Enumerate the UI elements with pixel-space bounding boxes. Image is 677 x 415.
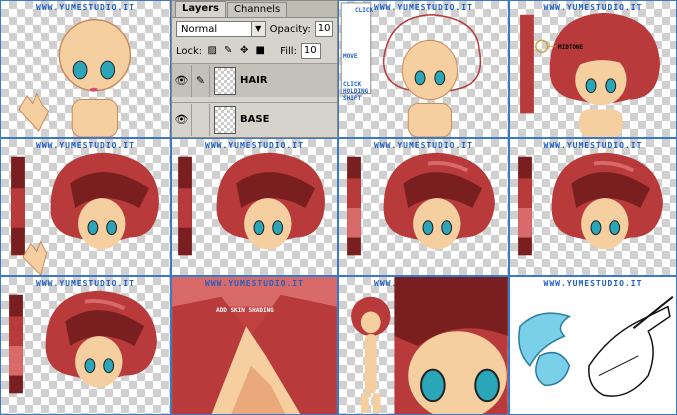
tile-skin-shading-closeup: WWW.YUMESTUDIO.IT ADD SKIN SHADING — [171, 276, 338, 415]
shading-art-4 — [518, 152, 663, 256]
blend-row: Normal ▼ Opacity: 10 — [172, 18, 337, 40]
fill-field[interactable]: 10 — [300, 43, 321, 59]
tile-hair-outline: WWW.YUMESTUDIO.IT CLICK MOVE CLICK HOLDI… — [338, 0, 509, 138]
lock-paint-icon[interactable]: ✎ — [222, 45, 234, 57]
tile-base-figure: WWW.YUMESTUDIO.IT — [0, 0, 171, 138]
annotation-shift-2: HOLDING — [343, 88, 369, 95]
annotation-shift-3: SHIFT — [343, 95, 362, 102]
shading-art-1 — [11, 152, 159, 275]
winged-hand-logo — [518, 295, 674, 397]
lock-move-icon[interactable]: ✥ — [238, 45, 250, 57]
annotation-midtone: MIDTONE — [558, 44, 584, 51]
layer-name: BASE — [240, 114, 270, 125]
eye-icon[interactable]: 👁 — [172, 64, 192, 97]
tile-shading-step-3: WWW.YUMESTUDIO.IT — [338, 138, 509, 276]
tile-shading-step-5: WWW.YUMESTUDIO.IT — [0, 276, 171, 415]
lock-transparency-icon[interactable]: ▨ — [206, 45, 218, 57]
layer-row-hair[interactable]: 👁 ✎ HAIR — [172, 63, 337, 97]
fill-label: Fill: — [280, 45, 297, 57]
opacity-label: Opacity: — [269, 23, 311, 35]
tab-layers[interactable]: Layers — [175, 1, 226, 17]
lock-all-icon[interactable]: ■ — [254, 45, 266, 57]
shading-art-2 — [178, 152, 325, 256]
layer-row-base[interactable]: 👁 BASE — [172, 102, 337, 136]
closeup-skin-art — [172, 277, 337, 414]
brush-icon[interactable]: ✎ — [192, 64, 210, 97]
chevron-down-icon: ▼ — [250, 22, 265, 36]
shading-art-5 — [9, 290, 157, 394]
tile-shading-step-1: WWW.YUMESTUDIO.IT — [0, 138, 171, 276]
hair-outline-art — [340, 2, 482, 137]
shading-art-3 — [347, 152, 495, 256]
eye-icon[interactable]: 👁 — [172, 103, 192, 136]
tab-channels[interactable]: Channels — [227, 2, 288, 17]
annotation-add-skin-shading: ADD SKIN SHADING — [216, 307, 274, 314]
bald-figure-art — [18, 18, 132, 137]
watermark: WWW.YUMESTUDIO.IT — [205, 279, 304, 288]
lock-row: Lock: ▨ ✎ ✥ ■ Fill: 10 — [172, 40, 337, 62]
layers-panel: Layers Channels Normal ▼ Opacity: 10 Loc… — [171, 0, 338, 138]
annotation-shift-1: CLICK — [343, 81, 362, 88]
layer-name: HAIR — [240, 75, 268, 86]
layer-thumbnail — [214, 66, 236, 95]
tile-final-character: WWW.YUMESTUDIO.IT — [338, 276, 509, 415]
panel-tabs: Layers Channels — [172, 1, 337, 18]
annotation-click: CLICK — [355, 7, 374, 14]
opacity-field[interactable]: 10 — [314, 21, 333, 37]
tile-shading-step-2: WWW.YUMESTUDIO.IT — [171, 138, 338, 276]
layer-thumbnail — [214, 105, 236, 134]
annotation-move: MOVE — [343, 53, 358, 60]
final-character-art — [351, 277, 508, 414]
brush-slot[interactable] — [192, 103, 210, 136]
tile-shading-step-4: WWW.YUMESTUDIO.IT — [509, 138, 677, 276]
blend-mode-value: Normal — [181, 23, 218, 35]
midtone-hair-art — [520, 12, 661, 137]
lock-label: Lock: — [176, 45, 203, 57]
tile-midtone: WWW.YUMESTUDIO.IT MIDTONE — [509, 0, 677, 138]
blend-mode-select[interactable]: Normal ▼ — [176, 21, 266, 37]
tile-logo: WWW.YUMESTUDIO.IT — [509, 276, 677, 415]
